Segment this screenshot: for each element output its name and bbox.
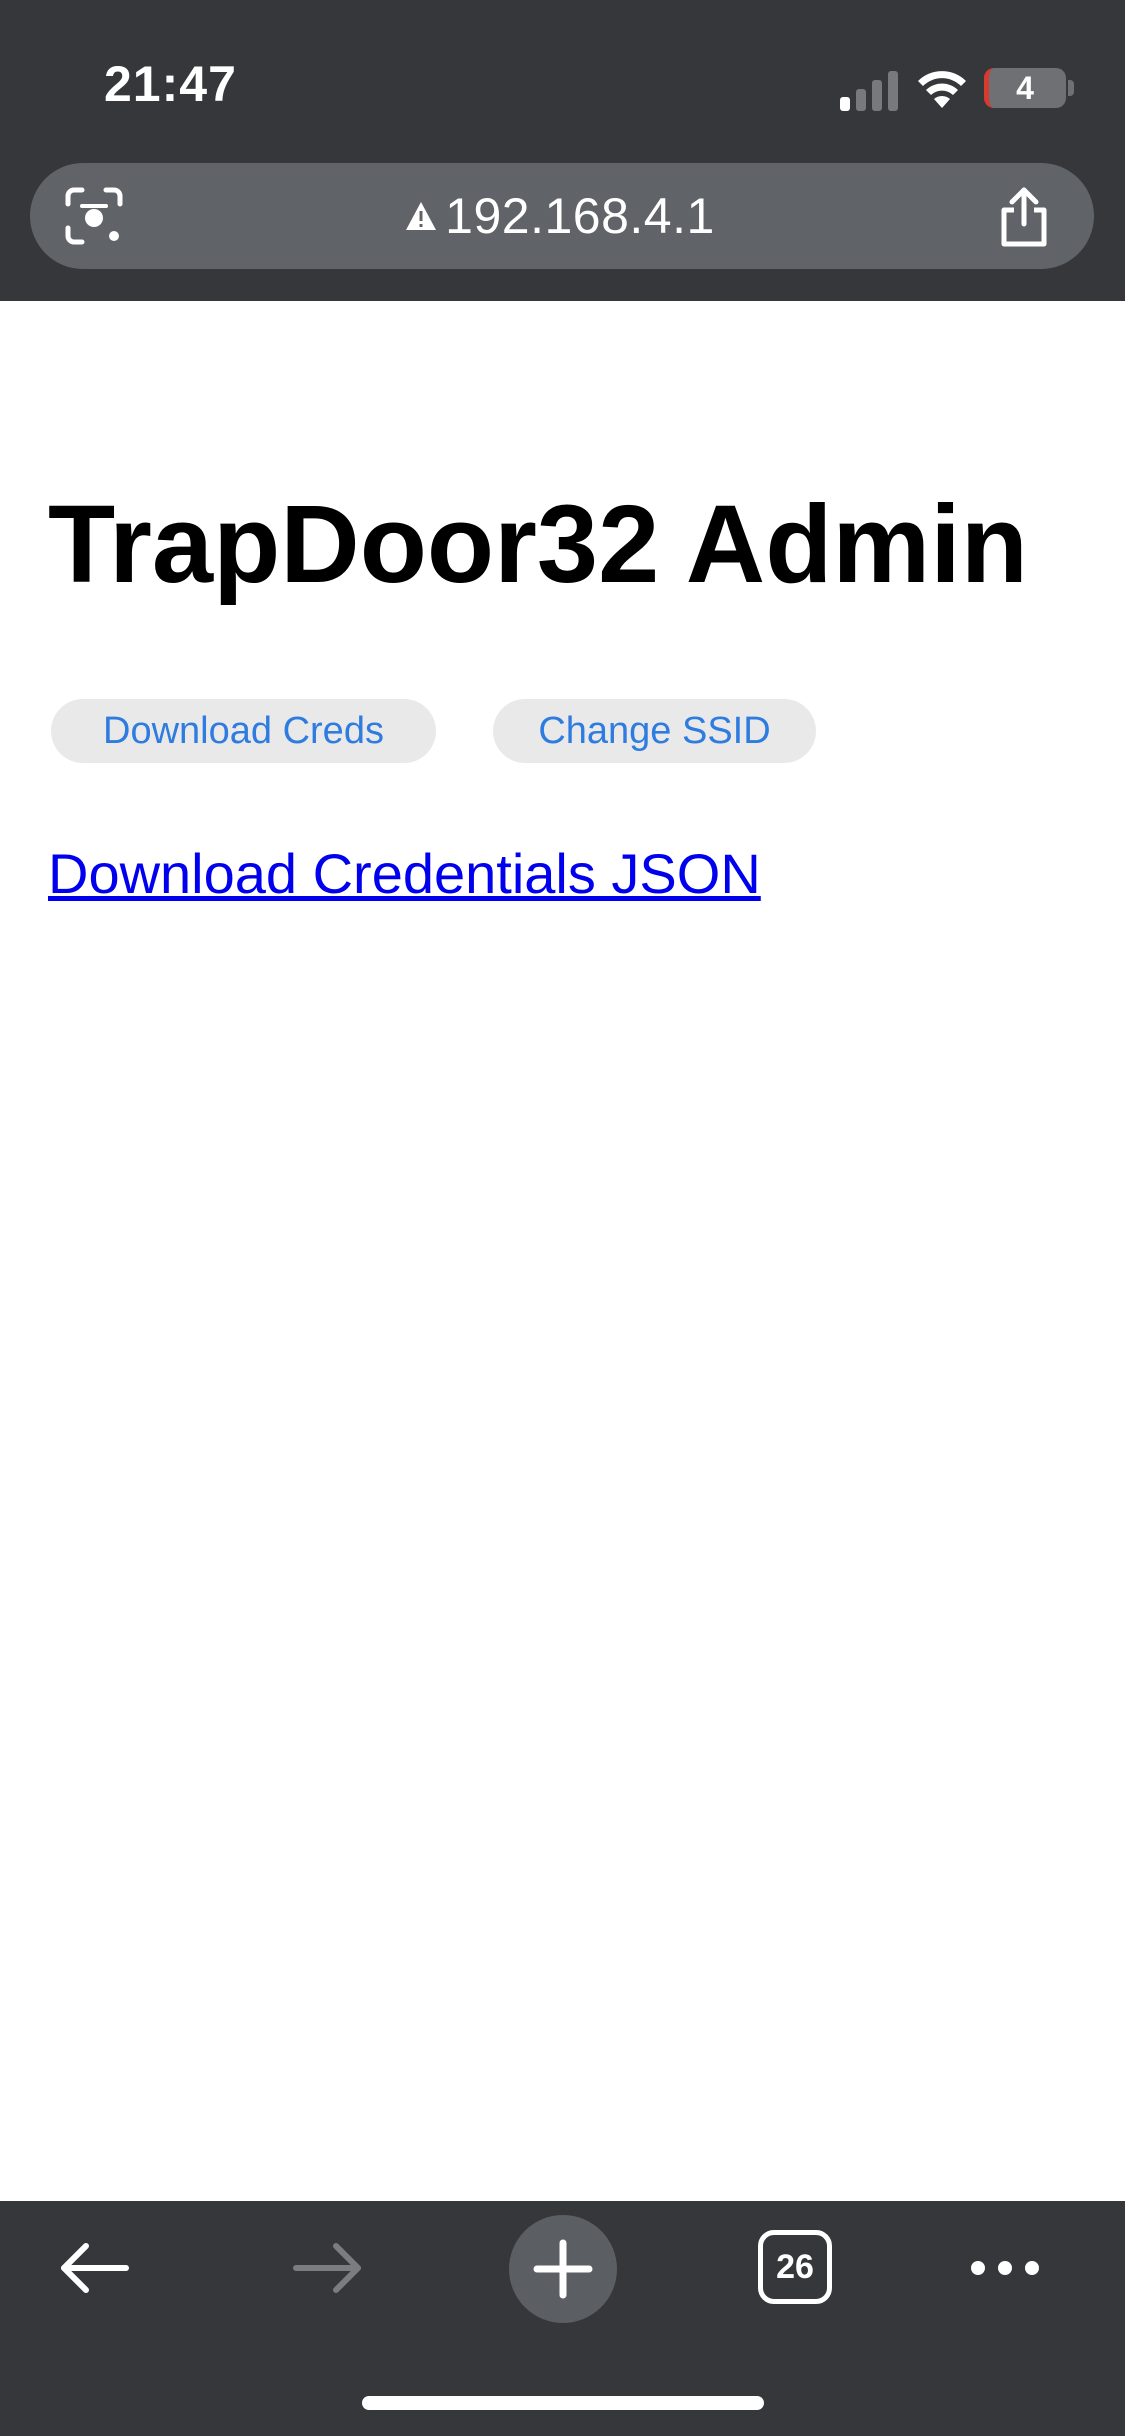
browser-top-bar: 21:47 4 192.168.4.1 (0, 0, 1125, 301)
lens-camera-icon[interactable] (62, 184, 126, 248)
share-icon[interactable] (996, 186, 1052, 248)
download-credentials-json-link[interactable]: Download Credentials JSON (48, 838, 761, 910)
status-time: 21:47 (104, 56, 237, 112)
battery-cap (1068, 80, 1074, 96)
page-title: TrapDoor32 Admin (48, 483, 1028, 606)
wifi-icon (918, 71, 966, 108)
forward-arrow-icon[interactable] (292, 2240, 364, 2296)
phone-screen: 21:47 4 192.168.4.1 TrapDoor32 Admin Dow… (0, 0, 1125, 2436)
status-bar: 21:47 4 (0, 0, 1125, 160)
plus-icon (533, 2239, 593, 2299)
home-indicator[interactable] (362, 2396, 764, 2410)
url-text: 192.168.4.1 (445, 188, 715, 244)
url-display[interactable]: 192.168.4.1 (300, 163, 820, 269)
download-creds-button[interactable]: Download Creds (51, 699, 436, 763)
tabs-icon[interactable]: 26 (758, 2230, 832, 2304)
warning-triangle-icon (406, 202, 437, 230)
back-arrow-icon[interactable] (58, 2240, 130, 2296)
signal-icon (840, 71, 898, 111)
new-tab-button[interactable] (509, 2215, 617, 2323)
battery-level: 4 (1016, 70, 1034, 106)
more-dots-icon[interactable] (970, 2252, 1040, 2284)
change-ssid-button[interactable]: Change SSID (493, 699, 816, 763)
